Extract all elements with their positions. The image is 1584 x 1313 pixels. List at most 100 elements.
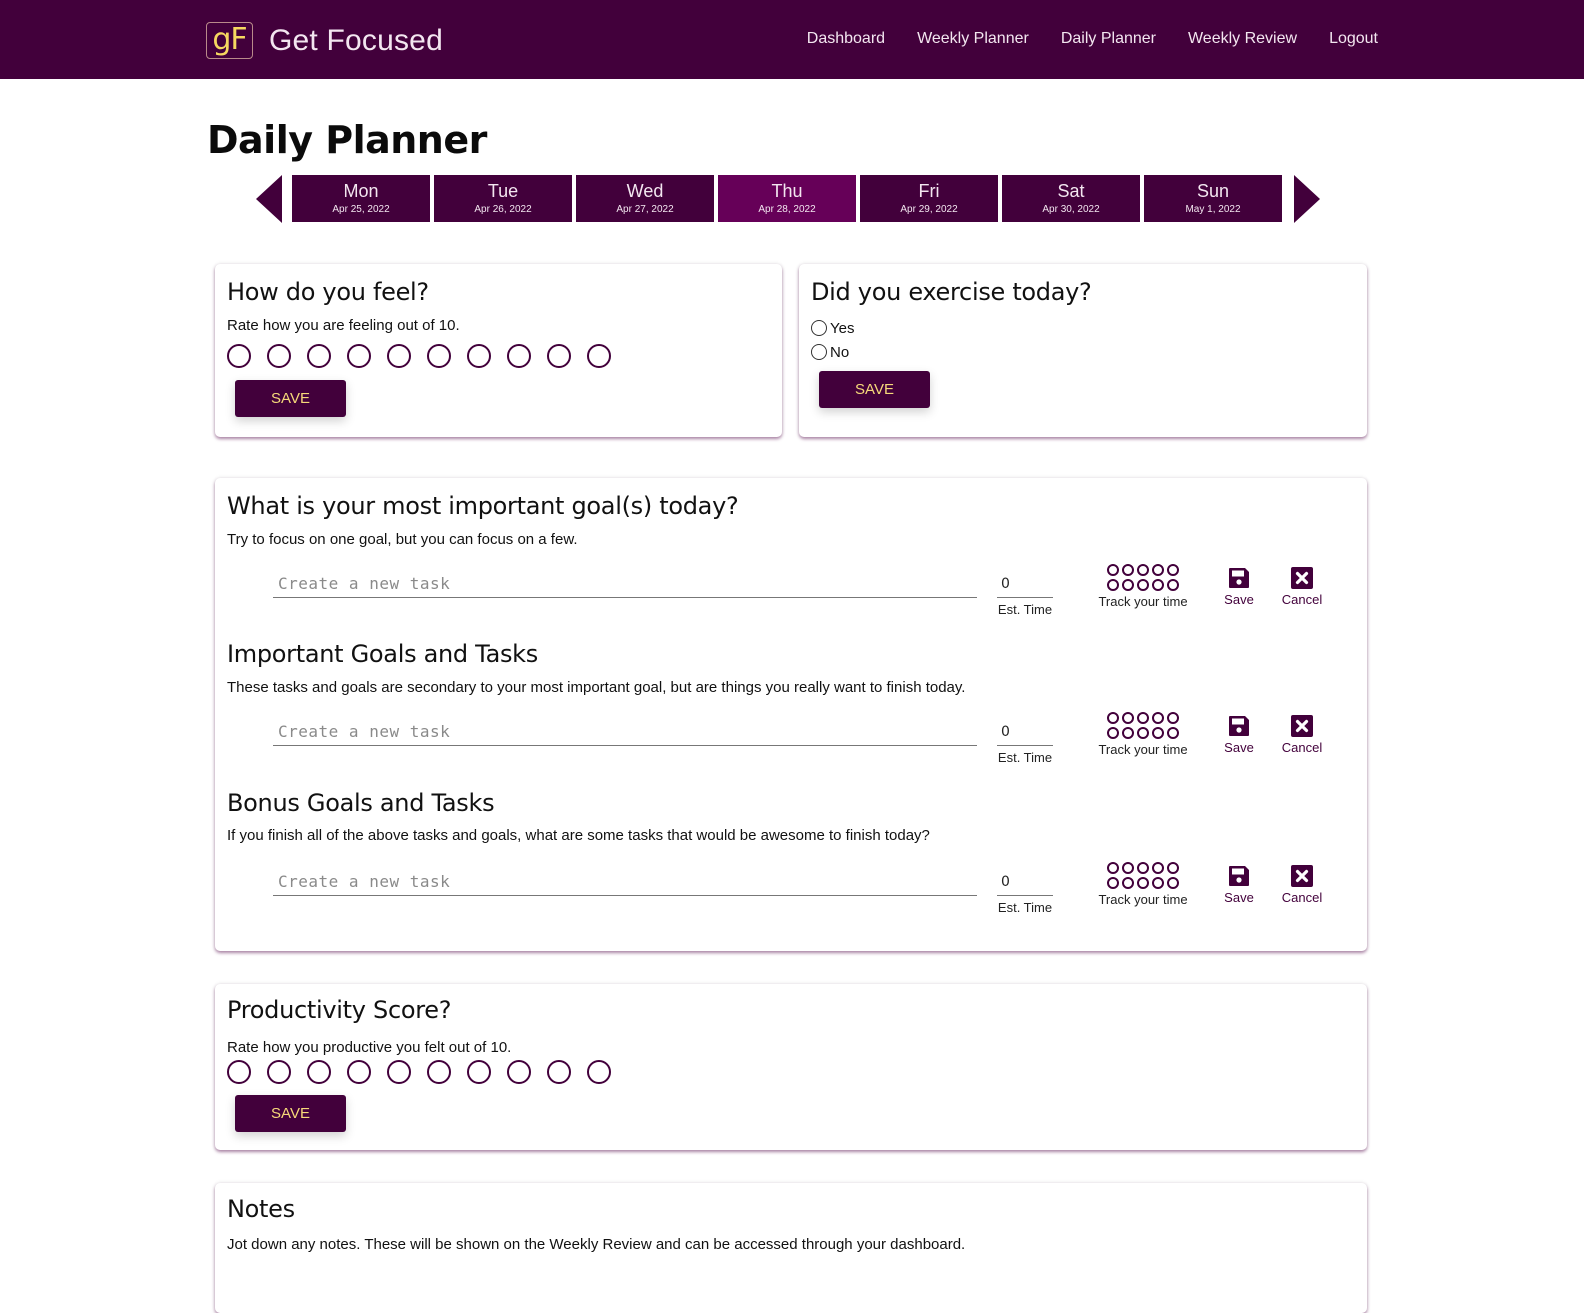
day-date: May 1, 2022 — [1185, 204, 1241, 215]
productivity-rating-6[interactable] — [427, 1060, 451, 1084]
track-dot[interactable] — [1107, 579, 1119, 591]
track-dot[interactable] — [1137, 727, 1149, 739]
triangle-right-icon[interactable] — [1294, 174, 1320, 223]
track-dot[interactable] — [1167, 564, 1179, 576]
track-dot[interactable] — [1167, 727, 1179, 739]
close-box-icon — [1291, 567, 1313, 589]
productivity-rating-9[interactable] — [547, 1060, 571, 1084]
track-dot[interactable] — [1107, 877, 1119, 889]
productivity-rating-5[interactable] — [387, 1060, 411, 1084]
feel-rating-10[interactable] — [587, 344, 611, 368]
new-task-input[interactable] — [273, 718, 977, 746]
track-time-grid — [1103, 862, 1183, 889]
nav-links: Dashboard Weekly Planner Daily Planner W… — [775, 30, 1378, 48]
day-tab-tue[interactable]: Tue Apr 26, 2022 — [434, 175, 572, 222]
track-dot[interactable] — [1152, 862, 1164, 874]
exercise-title: Did you exercise today? — [811, 278, 1092, 306]
track-dot[interactable] — [1152, 877, 1164, 889]
new-task-input[interactable] — [273, 868, 977, 896]
day-date: Apr 26, 2022 — [474, 204, 532, 215]
day-tabs: Mon Apr 25, 2022 Tue Apr 26, 2022 Wed Ap… — [292, 175, 1282, 222]
track-dot[interactable] — [1167, 712, 1179, 724]
track-dot[interactable] — [1167, 877, 1179, 889]
new-task-input[interactable] — [273, 570, 977, 598]
feel-rating-5[interactable] — [387, 344, 411, 368]
track-dot[interactable] — [1122, 877, 1134, 889]
task-save-button[interactable]: Save — [1219, 566, 1259, 607]
track-dot[interactable] — [1167, 579, 1179, 591]
productivity-rating-3[interactable] — [307, 1060, 331, 1084]
productivity-rating-2[interactable] — [267, 1060, 291, 1084]
section-desc: If you finish all of the above tasks and… — [227, 827, 930, 844]
track-dot[interactable] — [1137, 877, 1149, 889]
feel-rating-8[interactable] — [507, 344, 531, 368]
track-dot[interactable] — [1107, 712, 1119, 724]
track-dot[interactable] — [1137, 862, 1149, 874]
track-dot[interactable] — [1167, 862, 1179, 874]
track-dot[interactable] — [1152, 579, 1164, 591]
feel-rating-3[interactable] — [307, 344, 331, 368]
track-dot[interactable] — [1107, 862, 1119, 874]
day-date: Apr 28, 2022 — [758, 204, 816, 215]
feel-rating-4[interactable] — [347, 344, 371, 368]
day-tab-wed[interactable]: Wed Apr 27, 2022 — [576, 175, 714, 222]
section-desc: Try to focus on one goal, but you can fo… — [227, 531, 578, 548]
task-cancel-button[interactable]: Cancel — [1277, 864, 1327, 905]
day-name: Sat — [1057, 181, 1085, 201]
day-tab-mon[interactable]: Mon Apr 25, 2022 — [292, 175, 430, 222]
nav-link-weekly-review[interactable]: Weekly Review — [1188, 30, 1297, 48]
triangle-left-icon[interactable] — [256, 174, 282, 223]
day-name: Tue — [487, 181, 519, 201]
track-dot[interactable] — [1122, 727, 1134, 739]
track-dot[interactable] — [1152, 564, 1164, 576]
track-dot[interactable] — [1152, 727, 1164, 739]
est-time-input[interactable] — [997, 570, 1053, 598]
productivity-rating-4[interactable] — [347, 1060, 371, 1084]
productivity-save-button[interactable]: SAVE — [235, 1095, 346, 1132]
feel-rating-1[interactable] — [227, 344, 251, 368]
day-name: Mon — [343, 181, 379, 201]
task-cancel-button[interactable]: Cancel — [1277, 714, 1327, 755]
productivity-rating-8[interactable] — [507, 1060, 531, 1084]
track-dot[interactable] — [1137, 579, 1149, 591]
feel-save-button[interactable]: SAVE — [235, 380, 346, 417]
track-dot[interactable] — [1107, 727, 1119, 739]
track-dot[interactable] — [1122, 579, 1134, 591]
track-dot[interactable] — [1107, 564, 1119, 576]
track-dot[interactable] — [1122, 564, 1134, 576]
track-time: Track your time — [1093, 564, 1193, 609]
productivity-rating-7[interactable] — [467, 1060, 491, 1084]
feel-rating-7[interactable] — [467, 344, 491, 368]
nav-link-daily-planner[interactable]: Daily Planner — [1061, 30, 1156, 48]
day-tab-fri[interactable]: Fri Apr 29, 2022 — [860, 175, 998, 222]
nav-link-weekly-planner[interactable]: Weekly Planner — [917, 30, 1029, 48]
track-dot[interactable] — [1137, 564, 1149, 576]
feel-rating-9[interactable] — [547, 344, 571, 368]
radio-yes[interactable] — [811, 320, 827, 336]
day-date: Apr 29, 2022 — [900, 204, 958, 215]
track-dot[interactable] — [1137, 712, 1149, 724]
est-time-input[interactable] — [997, 868, 1053, 896]
radio-no[interactable] — [811, 344, 827, 360]
exercise-option-yes[interactable]: Yes — [811, 316, 854, 340]
exercise-save-button[interactable]: SAVE — [819, 371, 930, 408]
brand[interactable]: gF Get Focused — [206, 22, 443, 59]
task-cancel-button[interactable]: Cancel — [1277, 566, 1327, 607]
track-dot[interactable] — [1152, 712, 1164, 724]
day-tab-thu[interactable]: Thu Apr 28, 2022 — [718, 175, 856, 222]
task-save-button[interactable]: Save — [1219, 714, 1259, 755]
feel-rating-2[interactable] — [267, 344, 291, 368]
track-dot[interactable] — [1122, 862, 1134, 874]
exercise-option-no[interactable]: No — [811, 340, 849, 364]
day-tab-sat[interactable]: Sat Apr 30, 2022 — [1002, 175, 1140, 222]
nav-link-logout[interactable]: Logout — [1329, 30, 1378, 48]
track-dot[interactable] — [1122, 712, 1134, 724]
day-date: Apr 25, 2022 — [332, 204, 390, 215]
feel-rating-6[interactable] — [427, 344, 451, 368]
nav-link-dashboard[interactable]: Dashboard — [807, 30, 885, 48]
est-time-input[interactable] — [997, 718, 1053, 746]
productivity-rating-10[interactable] — [587, 1060, 611, 1084]
task-save-button[interactable]: Save — [1219, 864, 1259, 905]
productivity-rating-1[interactable] — [227, 1060, 251, 1084]
day-tab-sun[interactable]: Sun May 1, 2022 — [1144, 175, 1282, 222]
